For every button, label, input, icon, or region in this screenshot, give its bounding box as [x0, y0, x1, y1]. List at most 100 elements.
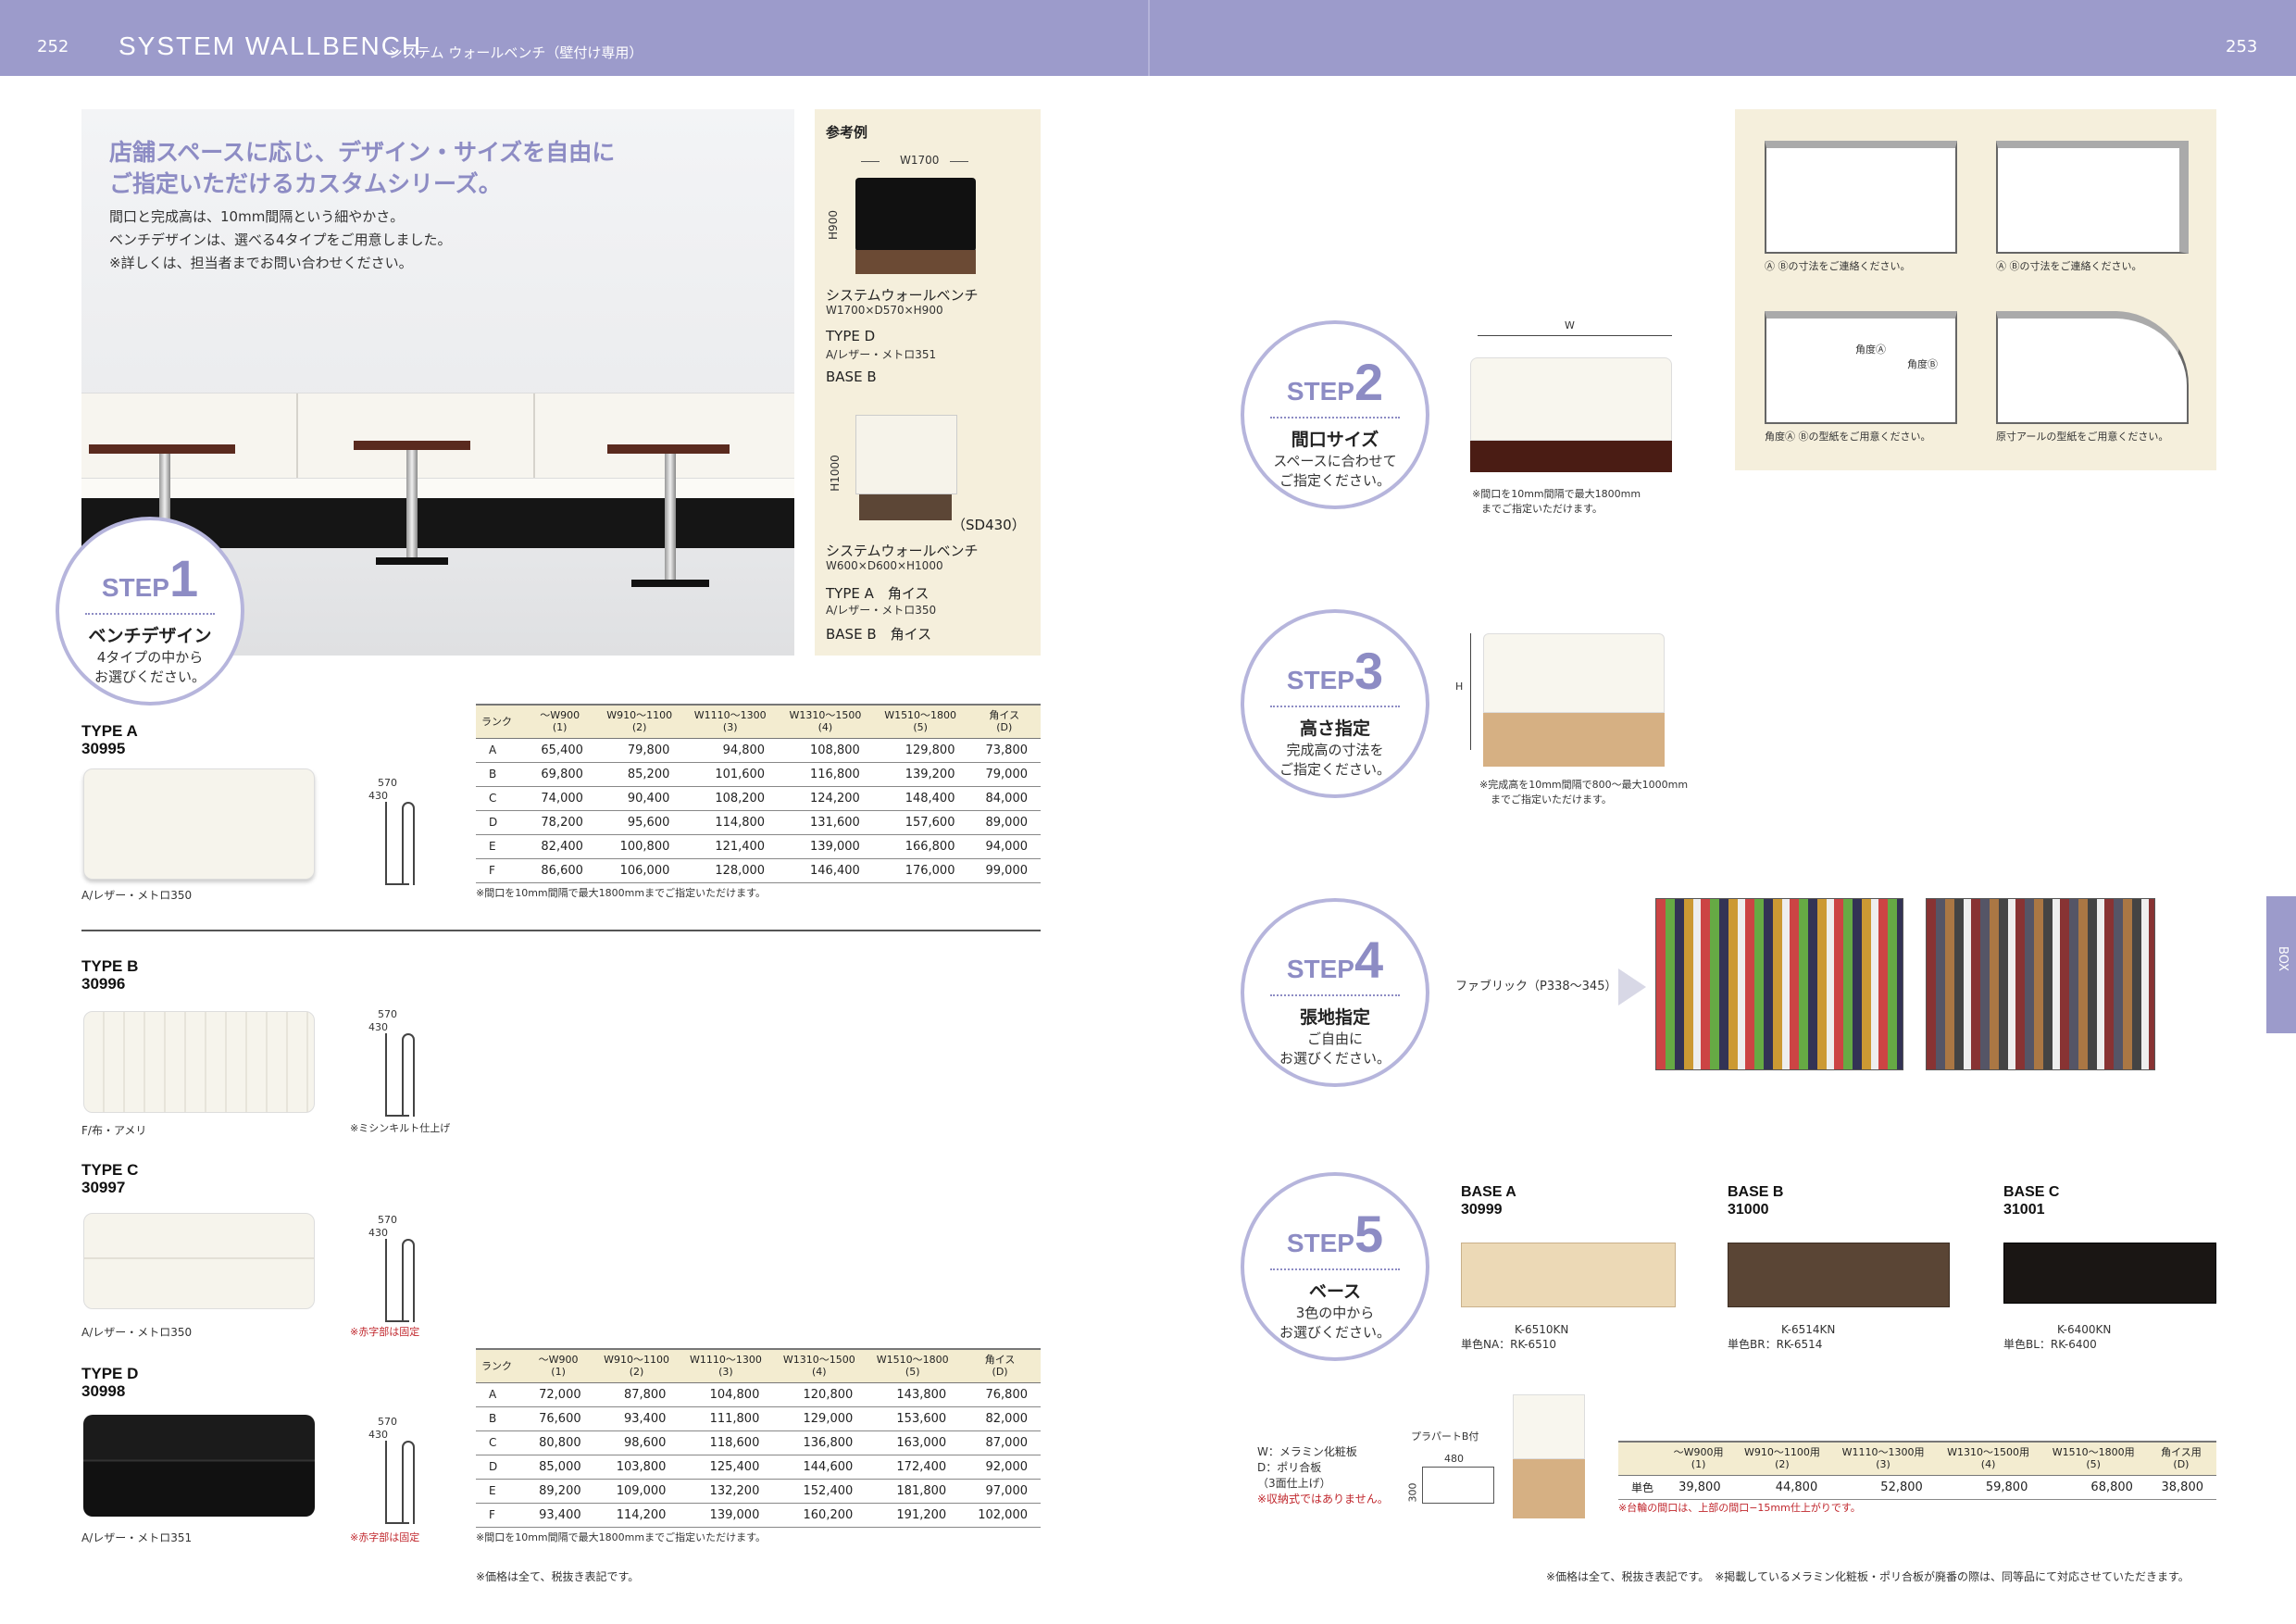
price-cell: 152,400	[772, 1479, 867, 1504]
price-cell: 38,800	[2145, 1475, 2216, 1500]
price-cell: 76,800	[959, 1382, 1041, 1407]
price-cell: 129,800	[872, 738, 968, 763]
column-header: W1510～1800 (5)	[872, 704, 968, 739]
table-row: C 74,000 90,400 108,200 124,200 148,400 84,000	[476, 786, 1041, 811]
type-c-bench-image	[83, 1213, 315, 1309]
price-cell: 98,600	[593, 1430, 680, 1455]
price-cell: 114,200	[593, 1503, 680, 1528]
column-header-rank: ランク	[476, 704, 524, 739]
column-header: W910～1100 (2)	[595, 704, 683, 739]
hero-table	[89, 444, 235, 454]
section-divider	[81, 930, 1041, 931]
base-c-codes: K-6400KN 単色BL：RK-6400	[2003, 1323, 2112, 1351]
corner-diagram-1	[1765, 141, 1957, 254]
step-3-title: 高さ指定	[1299, 718, 1370, 739]
price-table-abc: ランク ～W900 (1) W910～1100 (2) W1110～1300 (3) W131…	[476, 704, 1041, 883]
base-price-table: ～W900用 (1) W910～1100用 (2) W1110～1300用 (3) W131…	[1618, 1441, 2216, 1500]
column-header: ～W900用 (1)	[1663, 1441, 1734, 1476]
angle-b-label: 角度Ⓑ	[1907, 358, 1938, 370]
price-cell: 143,800	[866, 1382, 960, 1407]
angle-a-label: 角度Ⓐ	[1855, 344, 1886, 356]
reference-example-box: 参考例 W1700 H900 システムウォールベンチ W1700×D570×H9…	[815, 109, 1041, 656]
price-cell: 108,200	[682, 786, 779, 811]
step-4-title: 張地指定	[1299, 1007, 1370, 1028]
ref2-code: （SD430）	[952, 517, 1026, 533]
ref2-type: TYPE A 角イス	[826, 585, 930, 602]
type-d-heading: TYPE D 30998	[81, 1365, 139, 1400]
price-cell: 120,800	[772, 1382, 867, 1407]
price-cell: 176,000	[872, 858, 968, 883]
price-cell: 153,600	[866, 1406, 960, 1431]
base-table-note: ※台輪の間口は、上部の間口−15mm仕上がりです。	[1618, 1502, 1861, 1514]
price-cell: 89,000	[967, 810, 1041, 835]
step-1-title: ベンチデザイン	[88, 626, 212, 646]
page-number-right: 253	[2226, 37, 2258, 56]
price-cell: 93,400	[522, 1503, 594, 1528]
rank-cell: C	[476, 786, 524, 811]
base-section-width: 480	[1444, 1453, 1464, 1465]
price-cell: 166,800	[872, 834, 968, 859]
price-cell: 114,800	[682, 810, 779, 835]
step-2-note: ※間口を10mm間隔で最大1800mm	[1472, 488, 1641, 500]
price-cell: 80,800	[522, 1430, 594, 1455]
price-cell: 82,400	[523, 834, 596, 859]
price-cell: 172,400	[866, 1455, 960, 1480]
step-2-width-label: W	[1565, 319, 1575, 331]
ref1-bench-image	[855, 178, 976, 252]
corner-caption-1: Ⓐ Ⓑの寸法をご連絡ください。	[1765, 260, 1911, 272]
base-section-height: 300	[1406, 1482, 1419, 1503]
table2-note: ※間口を10mm間隔で最大1800mmまでご指定いただけます。	[476, 1531, 766, 1543]
column-header: W1310～1500用 (4)	[1935, 1441, 2041, 1476]
page-header: 252 SYSTEM WALLBENCH システム ウォールベンチ（壁付け専用）…	[0, 0, 2296, 76]
price-cell: 84,000	[967, 786, 1041, 811]
column-header: 角イス (D)	[959, 1348, 1041, 1383]
step-3-height-arrow	[1470, 633, 1471, 750]
base-a-codes: K-6510KN 単色NA：RK-6510	[1461, 1323, 1569, 1351]
type-c-heading: TYPE C 30997	[81, 1161, 139, 1196]
price-cell: 76,600	[522, 1406, 594, 1431]
price-cell: 106,000	[595, 858, 683, 883]
price-cell: 73,800	[967, 738, 1041, 763]
corner-caption-4: 原寸アールの型紙をご用意ください。	[1996, 431, 2169, 443]
type-a-heading: TYPE A 30995	[81, 722, 138, 757]
price-cell: 44,800	[1733, 1475, 1831, 1500]
column-header: 角イス (D)	[967, 704, 1041, 739]
hero-headline: 店舗スペースに応じ、デザイン・サイズを自由に ご指定いただけるカスタムシリーズ。	[109, 139, 616, 197]
base-c-image	[2003, 1243, 2216, 1304]
type-c-side-diagram: 570 430	[346, 1214, 439, 1326]
table-row: D 85,000 103,800 125,400 144,600 172,400 92,00…	[476, 1455, 1041, 1480]
step-2-width-arrow	[1478, 335, 1672, 336]
type-b-heading: TYPE B 30996	[81, 957, 139, 993]
table-row: F 93,400 114,200 139,000 160,200 191,200 102,0…	[476, 1503, 1041, 1528]
base-a-image	[1461, 1243, 1676, 1307]
price-cell: 74,000	[523, 786, 596, 811]
table-row: A 65,400 79,800 94,800 108,800 129,800 73,800	[476, 738, 1041, 763]
step-1-circle: STEP1 ベンチデザイン 4タイプの中から お選びください。	[56, 517, 244, 706]
ref1-material: A/レザー・メトロ351	[826, 348, 937, 361]
footer-note-right: ※価格は全て、税抜き表記です。 ※掲載しているメラミン化粧板・ポリ合板が廃番の際…	[1546, 1570, 2190, 1583]
price-cell: 95,600	[595, 810, 683, 835]
price-cell: 65,400	[523, 738, 596, 763]
price-cell: 69,800	[523, 762, 596, 787]
column-header-rank: ランク	[476, 1348, 523, 1383]
step-3-description: 完成高の寸法を ご指定ください。	[1279, 742, 1391, 778]
rank-cell: C	[476, 1430, 523, 1455]
hero-bench-seat	[81, 478, 794, 498]
price-cell: 128,000	[682, 858, 779, 883]
column-header-rank	[1618, 1441, 1664, 1476]
base-c-heading: BASE C 31001	[2003, 1184, 2060, 1218]
base-b-image	[1728, 1243, 1950, 1307]
price-cell: 144,600	[772, 1455, 867, 1480]
price-cell: 163,000	[866, 1430, 960, 1455]
table-row: 単色 39,800 44,800 52,800 59,800 68,800 38,800	[1618, 1475, 2216, 1500]
price-cell: 181,800	[866, 1479, 960, 1504]
type-a-bench-image	[83, 768, 315, 880]
step-4-description: ご自由に お選びください。	[1279, 1031, 1391, 1067]
fabric-catalog-page-2	[1926, 898, 2155, 1070]
type-c-material: A/レザー・メトロ350	[81, 1326, 193, 1339]
column-header: W910～1100用 (2)	[1733, 1441, 1831, 1476]
step-4-circle: STEP4 張地指定 ご自由に お選びください。	[1241, 898, 1429, 1087]
type-b-side-diagram: 570 430	[346, 1008, 439, 1120]
ref2-height-label: H1000	[828, 455, 842, 492]
ref1-size: W1700×D570×H900	[826, 304, 943, 317]
